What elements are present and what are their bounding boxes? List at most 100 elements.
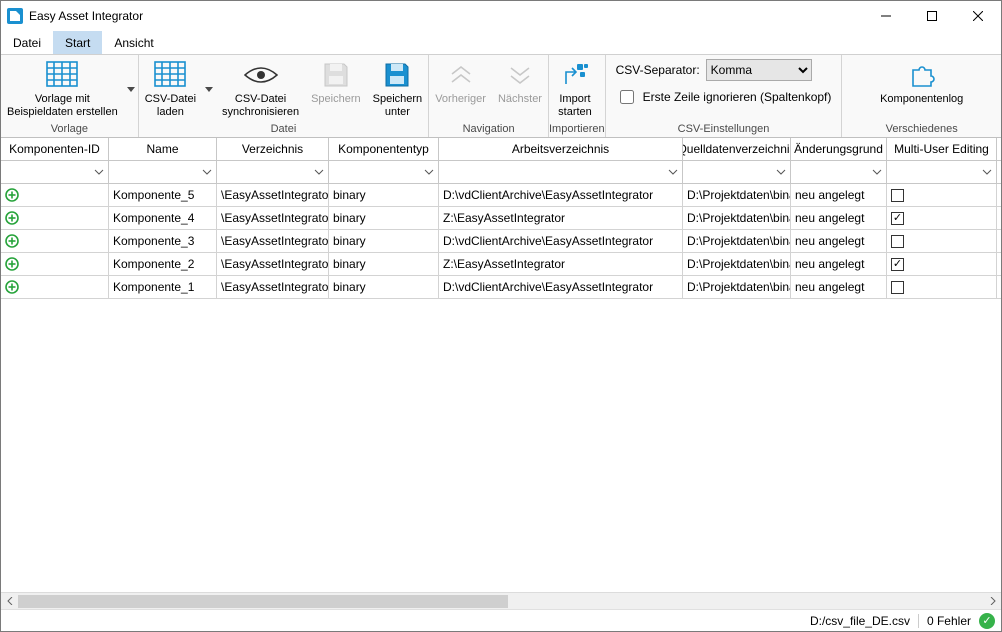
checkbox-icon[interactable] xyxy=(891,258,904,271)
checkbox-icon[interactable] xyxy=(891,281,904,294)
cell-type[interactable]: binary xyxy=(329,207,439,229)
filter-cell[interactable] xyxy=(109,161,217,183)
template-create-button[interactable]: Vorlage mitBeispieldaten erstellen xyxy=(1,55,138,122)
next-button[interactable]: Nächster xyxy=(492,55,548,122)
eye-icon xyxy=(244,59,278,91)
cell-workdir[interactable]: D:\vdClientArchive\EasyAssetIntegrator xyxy=(439,276,683,298)
checkbox-icon[interactable] xyxy=(891,212,904,225)
scroll-left-icon[interactable] xyxy=(1,593,18,610)
dropdown-caret-icon[interactable] xyxy=(202,55,216,122)
col-header[interactable]: Änderungsgrund xyxy=(791,138,887,160)
cell-workdir[interactable]: D:\vdClientArchive\EasyAssetIntegrator xyxy=(439,184,683,206)
ignore-first-row-checkbox[interactable] xyxy=(620,90,634,104)
col-header[interactable]: Name xyxy=(109,138,217,160)
table-row[interactable]: Komponente_1\EasyAssetIntegratorbinaryD:… xyxy=(1,276,1001,299)
filter-cell[interactable] xyxy=(683,161,791,183)
cell-multiuser[interactable] xyxy=(887,276,997,298)
col-header[interactable]: Komponententyp xyxy=(329,138,439,160)
prev-button[interactable]: Vorheriger xyxy=(429,55,492,122)
menu-datei[interactable]: Datei xyxy=(1,31,53,54)
cell-dir[interactable]: \EasyAssetIntegrator xyxy=(217,253,329,275)
col-header[interactable]: Multi-User Editing xyxy=(887,138,997,160)
cell-multiuser[interactable] xyxy=(887,230,997,252)
cell-srcdir[interactable]: D:\Projektdaten\binary_1 xyxy=(683,276,791,298)
cell-name[interactable]: Komponente_3 xyxy=(109,230,217,252)
filter-cell[interactable] xyxy=(791,161,887,183)
filter-cell[interactable] xyxy=(1,161,109,183)
cell-srcdir[interactable]: D:\Projektdaten\binary_1 xyxy=(683,230,791,252)
scroll-right-icon[interactable] xyxy=(984,593,1001,610)
cell-reason[interactable]: neu angelegt xyxy=(791,276,887,298)
cell-srcdir[interactable]: D:\Projektdaten\binary_1 xyxy=(683,184,791,206)
col-header[interactable]: Verzeichnis xyxy=(217,138,329,160)
cell-workdir[interactable]: Z:\EasyAssetIntegrator xyxy=(439,207,683,229)
component-log-button[interactable]: Komponentenlog xyxy=(874,55,969,122)
grid-icon xyxy=(46,59,78,91)
filter-cell[interactable] xyxy=(329,161,439,183)
scroll-thumb[interactable] xyxy=(18,595,508,608)
cell-multiuser[interactable] xyxy=(887,207,997,229)
cell-name[interactable]: Komponente_1 xyxy=(109,276,217,298)
col-header[interactable]: Arbeitsverzeichnis xyxy=(439,138,683,160)
cell-reason[interactable]: neu angelegt xyxy=(791,207,887,229)
dropdown-caret-icon[interactable] xyxy=(124,55,138,122)
save-label: Speichern xyxy=(311,93,361,106)
cell-dir[interactable]: \EasyAssetIntegrator xyxy=(217,230,329,252)
csv-load-label: CSV-Dateiladen xyxy=(145,93,196,118)
horizontal-scrollbar[interactable] xyxy=(1,592,1001,609)
cell-srcdir[interactable]: D:\Projektdaten\binary_1 xyxy=(683,207,791,229)
cell-multiuser[interactable] xyxy=(887,184,997,206)
csv-separator-select[interactable]: Komma xyxy=(706,59,812,81)
row-add-icon[interactable] xyxy=(1,230,109,252)
row-add-icon[interactable] xyxy=(1,184,109,206)
close-button[interactable] xyxy=(955,1,1001,31)
maximize-button[interactable] xyxy=(909,1,955,31)
row-add-icon[interactable] xyxy=(1,207,109,229)
cell-type[interactable]: binary xyxy=(329,253,439,275)
cell-workdir[interactable]: Z:\EasyAssetIntegrator xyxy=(439,253,683,275)
filter-cell[interactable] xyxy=(439,161,683,183)
group-label-csv: CSV-Einstellungen xyxy=(606,122,842,137)
import-start-button[interactable]: Importstarten xyxy=(549,55,601,122)
scroll-track[interactable] xyxy=(18,593,984,610)
cell-type[interactable]: binary xyxy=(329,230,439,252)
checkbox-icon[interactable] xyxy=(891,189,904,202)
row-add-icon[interactable] xyxy=(1,276,109,298)
cell-reason[interactable]: neu angelegt xyxy=(791,184,887,206)
table-row[interactable]: Komponente_3\EasyAssetIntegratorbinaryD:… xyxy=(1,230,1001,253)
cell-dir[interactable]: \EasyAssetIntegrator xyxy=(217,276,329,298)
table-row[interactable]: Komponente_4\EasyAssetIntegratorbinaryZ:… xyxy=(1,207,1001,230)
csv-load-button[interactable]: CSV-Dateiladen xyxy=(139,55,216,122)
row-add-icon[interactable] xyxy=(1,253,109,275)
menu-ansicht[interactable]: Ansicht xyxy=(102,31,165,54)
table-row[interactable]: Komponente_5\EasyAssetIntegratorbinaryD:… xyxy=(1,184,1001,207)
filter-cell[interactable] xyxy=(887,161,997,183)
table-row[interactable]: Komponente_2\EasyAssetIntegratorbinaryZ:… xyxy=(1,253,1001,276)
checkbox-icon[interactable] xyxy=(891,235,904,248)
minimize-button[interactable] xyxy=(863,1,909,31)
cell-reason[interactable]: neu angelegt xyxy=(791,230,887,252)
window-title: Easy Asset Integrator xyxy=(29,9,143,23)
cell-srcdir[interactable]: D:\Projektdaten\binary_2 xyxy=(683,253,791,275)
puzzle-icon xyxy=(907,59,937,91)
csv-sync-button[interactable]: CSV-Dateisynchronisieren xyxy=(216,55,305,122)
cell-reason[interactable]: neu angelegt xyxy=(791,253,887,275)
save-as-button[interactable]: Speichernunter xyxy=(367,55,429,122)
save-button[interactable]: Speichern xyxy=(305,55,367,122)
cell-name[interactable]: Komponente_4 xyxy=(109,207,217,229)
cell-multiuser[interactable] xyxy=(887,253,997,275)
cell-workdir[interactable]: D:\vdClientArchive\EasyAssetIntegrator xyxy=(439,230,683,252)
data-grid: Komponenten-ID Name Verzeichnis Komponen… xyxy=(1,138,1001,592)
cell-dir[interactable]: \EasyAssetIntegrator xyxy=(217,184,329,206)
cell-type[interactable]: binary xyxy=(329,184,439,206)
col-header[interactable]: Komponenten-ID xyxy=(1,138,109,160)
chevrons-down-icon xyxy=(507,59,533,91)
ribbon: Vorlage mitBeispieldaten erstellen Vorla… xyxy=(1,55,1001,138)
filter-cell[interactable] xyxy=(217,161,329,183)
cell-type[interactable]: binary xyxy=(329,276,439,298)
cell-name[interactable]: Komponente_2 xyxy=(109,253,217,275)
cell-name[interactable]: Komponente_5 xyxy=(109,184,217,206)
menu-start[interactable]: Start xyxy=(53,31,102,54)
cell-dir[interactable]: \EasyAssetIntegrator xyxy=(217,207,329,229)
col-header[interactable]: Quelldatenverzeichnis xyxy=(683,138,791,160)
